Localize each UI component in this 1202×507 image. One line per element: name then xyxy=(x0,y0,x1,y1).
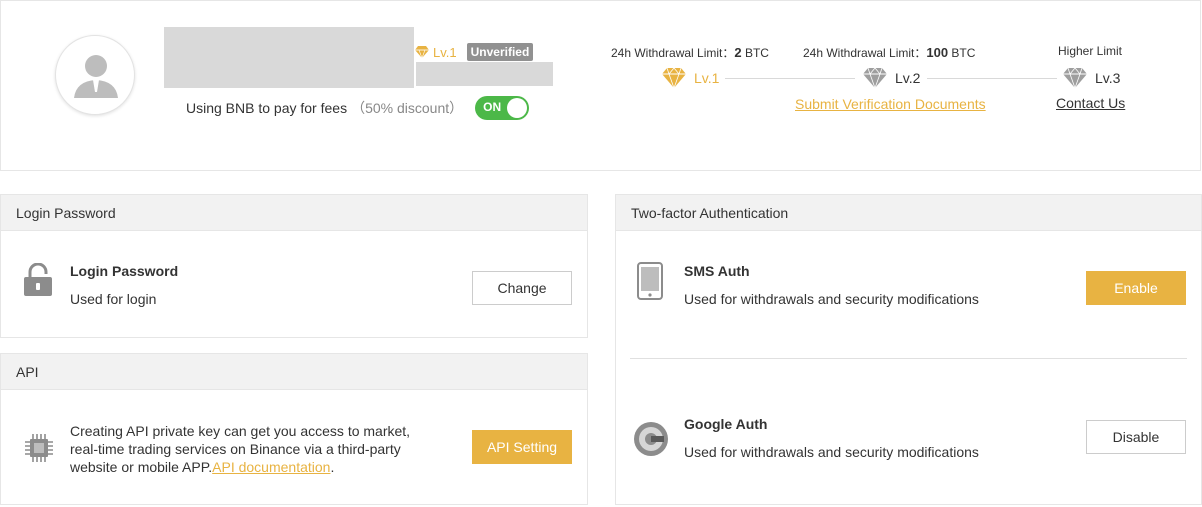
sms-enable-button[interactable]: Enable xyxy=(1086,271,1186,305)
avatar xyxy=(55,35,135,115)
step-lv1-label: Lv.1 xyxy=(694,70,720,86)
api-description-end: . xyxy=(330,459,335,475)
api-documentation-link[interactable]: API documentation xyxy=(212,459,330,475)
redacted-email xyxy=(416,62,553,86)
lv2-limit-amount: 100 xyxy=(926,45,949,60)
phone-icon xyxy=(637,262,663,300)
api-description: Creating API private key can get you acc… xyxy=(70,422,440,476)
api-card: API Creating API private key can get you… xyxy=(0,353,588,505)
two-factor-card: Two-factor Authentication SMS Auth Used … xyxy=(615,194,1202,505)
lv3-limit: Higher Limit xyxy=(1058,44,1123,58)
login-password-card: Login Password Login Password Used for l… xyxy=(0,194,588,338)
diamond-icon xyxy=(662,68,686,88)
sms-auth-title: SMS Auth xyxy=(684,263,750,279)
step-lv2: Lv.2 xyxy=(863,68,920,88)
chip-icon xyxy=(25,434,53,462)
bnb-fee-row: Using BNB to pay for fees （50% discount）… xyxy=(186,96,530,120)
contact-us-link[interactable]: Contact Us xyxy=(1056,95,1125,111)
lv1-limit-amount: 2 xyxy=(734,45,742,60)
lv1-limit-unit: BTC xyxy=(741,46,769,60)
lv2-limit: 24h Withdrawal Limit：100 BTC xyxy=(803,44,975,61)
bnb-fee-toggle[interactable]: ON xyxy=(475,96,530,120)
user-avatar-icon xyxy=(74,55,118,98)
bnb-discount-label: （50% discount） xyxy=(351,100,464,116)
api-setting-button[interactable]: API Setting xyxy=(472,430,572,464)
google-auth-desc: Used for withdrawals and security modifi… xyxy=(684,444,979,460)
level-badge: Lv.1 Unverified xyxy=(415,43,534,61)
lv2-limit-prefix: 24h Withdrawal Limit： xyxy=(803,46,927,60)
login-password-title: Login Password xyxy=(70,263,179,279)
step-lv3: Lv.3 xyxy=(1063,68,1120,88)
bnb-fee-label: Using BNB to pay for fees xyxy=(186,100,348,116)
login-password-desc: Used for login xyxy=(70,291,157,307)
toggle-knob xyxy=(507,98,528,118)
diamond-icon xyxy=(1063,68,1087,88)
api-header: API xyxy=(1,354,587,390)
login-password-header: Login Password xyxy=(1,195,587,231)
step-lv2-label: Lv.2 xyxy=(895,70,921,86)
change-password-button[interactable]: Change xyxy=(472,271,572,305)
two-factor-header: Two-factor Authentication xyxy=(616,195,1201,231)
lv2-limit-unit: BTC xyxy=(948,46,976,60)
google-disable-button[interactable]: Disable xyxy=(1086,420,1186,454)
diamond-icon xyxy=(863,68,887,88)
redacted-username xyxy=(164,27,414,88)
lv1-limit-prefix: 24h Withdrawal Limit： xyxy=(611,46,735,60)
google-auth-title: Google Auth xyxy=(684,416,768,432)
progress-track-2 xyxy=(927,78,1057,79)
status-badge: Unverified xyxy=(466,43,534,61)
progress-track-1 xyxy=(725,78,855,79)
diamond-icon xyxy=(415,46,429,58)
section-divider xyxy=(630,358,1187,359)
lock-icon xyxy=(24,263,52,296)
google-authenticator-icon xyxy=(634,422,668,456)
toggle-on-label: ON xyxy=(483,100,502,114)
step-lv1: Lv.1 xyxy=(662,68,719,88)
level-label: Lv.1 xyxy=(433,44,457,60)
step-lv3-label: Lv.3 xyxy=(1095,70,1121,86)
submit-verification-link[interactable]: Submit Verification Documents xyxy=(795,96,986,112)
sms-auth-desc: Used for withdrawals and security modifi… xyxy=(684,291,979,307)
lv1-limit: 24h Withdrawal Limit：2 BTC xyxy=(611,44,769,61)
profile-panel: Lv.1 Unverified Using BNB to pay for fee… xyxy=(0,0,1201,171)
